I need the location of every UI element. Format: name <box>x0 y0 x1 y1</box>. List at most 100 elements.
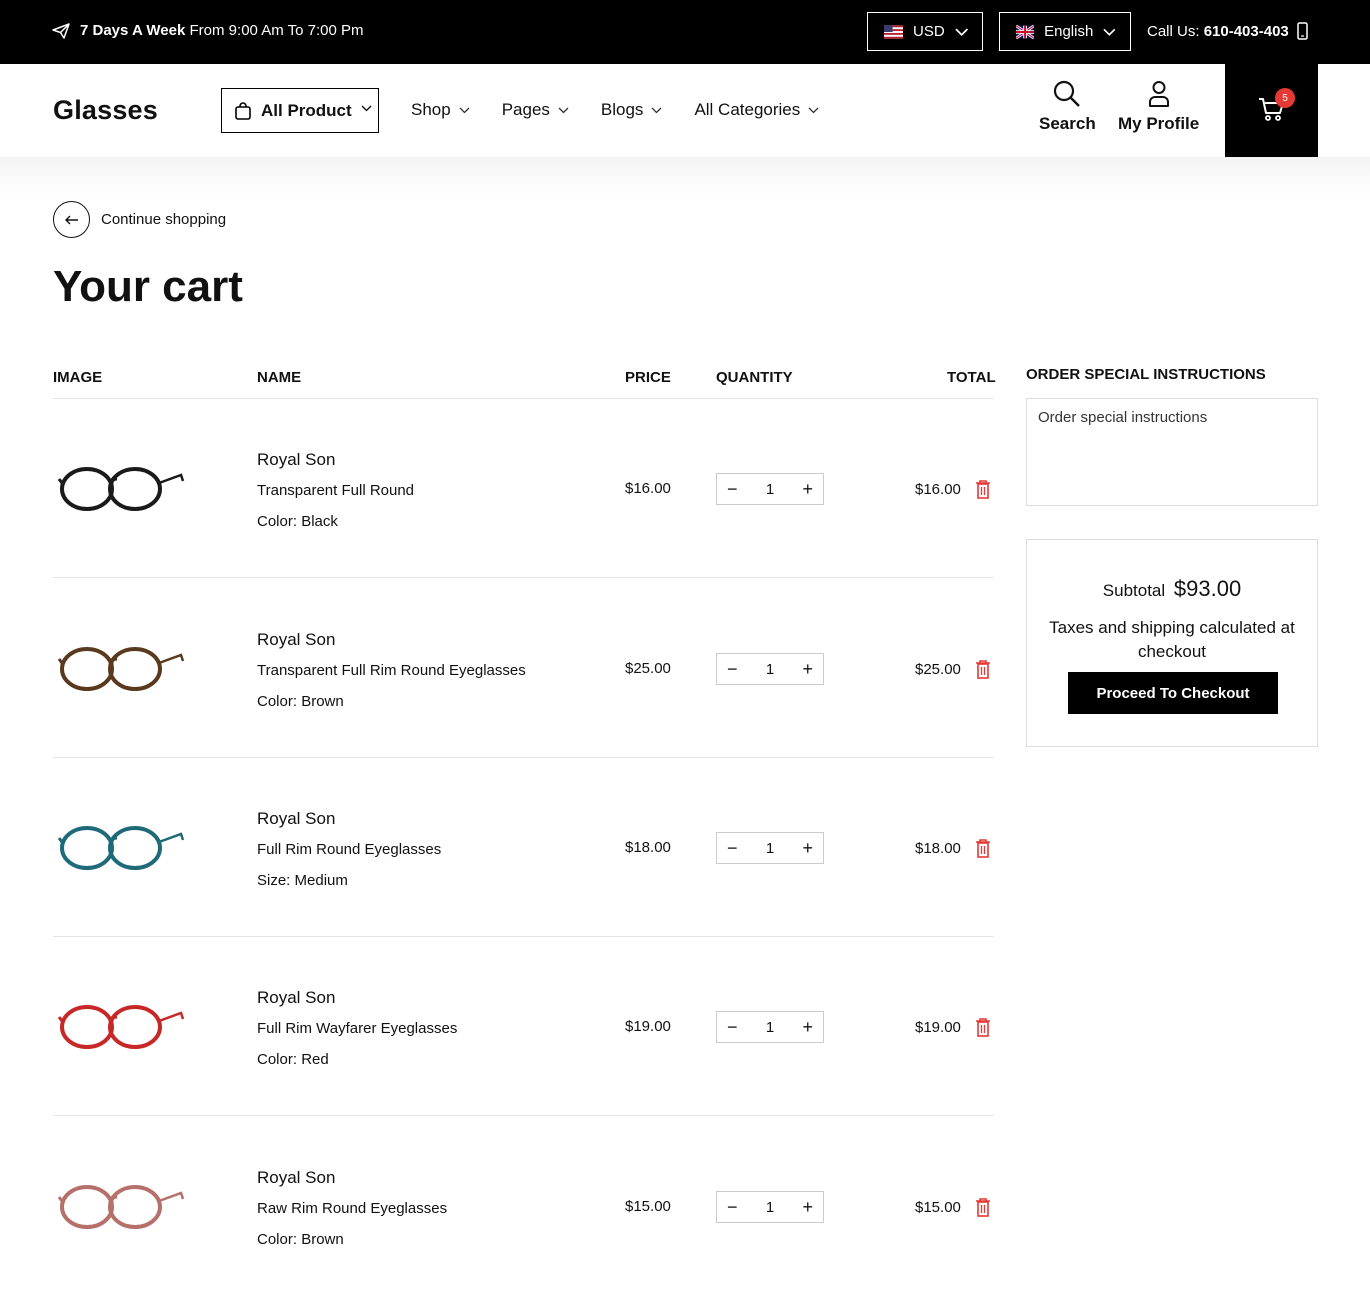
quantity-stepper: − 1 + <box>716 1191 824 1223</box>
item-price: $25.00 <box>625 660 671 677</box>
increase-quantity-button[interactable]: + <box>802 1017 813 1038</box>
trash-icon[interactable] <box>975 659 991 679</box>
tax-note: Taxes and shipping calculated at checkou… <box>1049 618 1295 661</box>
cart-button[interactable]: 5 <box>1225 64 1318 157</box>
trash-icon[interactable] <box>975 479 991 499</box>
increase-quantity-button[interactable]: + <box>802 479 813 500</box>
search-button[interactable]: Search <box>1039 80 1096 134</box>
item-vendor[interactable]: Royal Son <box>257 1168 335 1188</box>
cart-count-badge: 5 <box>1275 88 1295 108</box>
currency-value: USD <box>913 23 945 40</box>
nav-all-categories[interactable]: All Categories <box>694 100 819 120</box>
item-total: $16.00 <box>915 481 961 498</box>
quantity-value[interactable]: 1 <box>766 840 774 857</box>
subtotal-value: $93.00 <box>1173 576 1242 601</box>
call-number[interactable]: 610-403-403 <box>1204 23 1289 40</box>
item-vendor[interactable]: Royal Son <box>257 809 335 829</box>
quantity-value[interactable]: 1 <box>766 1199 774 1216</box>
increase-quantity-button[interactable]: + <box>802 659 813 680</box>
trash-icon[interactable] <box>975 838 991 858</box>
site-logo[interactable]: Glasses <box>53 95 158 126</box>
eyeglasses-product-image[interactable] <box>57 987 185 1067</box>
quantity-stepper: − 1 + <box>716 473 824 505</box>
quantity-value[interactable]: 1 <box>766 661 774 678</box>
arrow-left-icon <box>53 201 90 238</box>
chevron-down-icon <box>955 28 968 36</box>
cart-item-row: Royal Son Full Rim Wayfarer Eyeglasses Col… <box>53 937 994 1117</box>
quantity-value[interactable]: 1 <box>766 481 774 498</box>
item-vendor[interactable]: Royal Son <box>257 450 335 470</box>
header-shadow <box>0 157 1370 197</box>
trash-icon[interactable] <box>975 1197 991 1217</box>
chevron-down-icon <box>361 105 372 112</box>
item-price: $18.00 <box>625 839 671 856</box>
quantity-value[interactable]: 1 <box>766 1019 774 1036</box>
item-option: Color: Black <box>257 513 338 530</box>
nav-pages-label: Pages <box>501 100 550 119</box>
nav-shop[interactable]: Shop <box>411 100 470 120</box>
increase-quantity-button[interactable]: + <box>802 1197 813 1218</box>
cart-item-row: Royal Son Full Rim Round Eyeglasses Size: … <box>53 758 994 938</box>
decrease-quantity-button[interactable]: − <box>727 1197 738 1218</box>
chevron-down-icon <box>459 107 470 113</box>
subtotal-label: Subtotal <box>1102 581 1166 600</box>
order-summary: Subtotal $93.00 Taxes and shipping calcu… <box>1026 539 1318 747</box>
subtotal: Subtotal $93.00 <box>1027 576 1317 602</box>
column-header-image: IMAGE <box>53 369 103 386</box>
continue-shopping-link[interactable]: Continue shopping <box>53 201 226 238</box>
chevron-down-icon <box>1103 28 1116 36</box>
language-selector[interactable]: English <box>999 12 1131 51</box>
item-name[interactable]: Transparent Full Rim Round Eyeglasses <box>257 662 526 679</box>
search-label: Search <box>1039 114 1096 133</box>
decrease-quantity-button[interactable]: − <box>727 1017 738 1038</box>
item-name[interactable]: Full Rim Round Eyeglasses <box>257 841 441 858</box>
currency-selector[interactable]: USD <box>867 12 983 51</box>
item-price: $15.00 <box>625 1198 671 1215</box>
eyeglasses-product-image[interactable] <box>57 449 185 529</box>
call-label: Call Us: <box>1147 22 1200 40</box>
nav-pages[interactable]: Pages <box>502 100 569 120</box>
my-profile-label: My Profile <box>1118 114 1200 133</box>
my-profile-button[interactable]: My Profile <box>1118 80 1199 134</box>
column-header-price: PRICE <box>625 369 671 386</box>
eyeglasses-product-image[interactable] <box>57 1167 185 1247</box>
decrease-quantity-button[interactable]: − <box>727 479 738 500</box>
phone-icon <box>1297 22 1308 40</box>
item-total: $15.00 <box>915 1199 961 1216</box>
column-header-total: TOTAL <box>947 369 996 386</box>
chevron-down-icon <box>808 107 819 113</box>
all-product-label: All Product <box>261 100 352 120</box>
column-header-quantity: QUANTITY <box>716 369 793 386</box>
item-total: $19.00 <box>915 1019 961 1036</box>
item-option: Size: Medium <box>257 872 348 889</box>
main-nav: Shop Pages Blogs All Categories <box>411 100 819 120</box>
item-vendor[interactable]: Royal Son <box>257 630 335 650</box>
eyeglasses-product-image[interactable] <box>57 808 185 888</box>
quantity-stepper: − 1 + <box>716 832 824 864</box>
all-product-button[interactable]: All Product <box>221 88 379 133</box>
top-bar: 7 Days A Week From 9:00 Am To 7:00 Pm US… <box>0 0 1370 64</box>
cart-item-row: Royal Son Raw Rim Round Eyeglasses Color: … <box>53 1117 994 1297</box>
call-us: Call Us: 610-403-403 <box>1147 22 1308 40</box>
eyeglasses-product-image[interactable] <box>57 629 185 709</box>
decrease-quantity-button[interactable]: − <box>727 659 738 680</box>
item-vendor[interactable]: Royal Son <box>257 988 335 1008</box>
item-name[interactable]: Raw Rim Round Eyeglasses <box>257 1200 447 1217</box>
page-title: Your cart <box>53 262 243 311</box>
proceed-to-checkout-button[interactable]: Proceed To Checkout <box>1068 672 1278 714</box>
search-icon <box>1054 80 1081 107</box>
quantity-stepper: − 1 + <box>716 653 824 685</box>
item-name[interactable]: Transparent Full Round <box>257 482 414 499</box>
item-total: $25.00 <box>915 661 961 678</box>
item-name[interactable]: Full Rim Wayfarer Eyeglasses <box>257 1020 457 1037</box>
item-price: $19.00 <box>625 1018 671 1035</box>
hours-days: 7 Days A Week <box>80 22 186 39</box>
trash-icon[interactable] <box>975 1017 991 1037</box>
decrease-quantity-button[interactable]: − <box>727 838 738 859</box>
nav-blogs[interactable]: Blogs <box>601 100 663 120</box>
item-option-value: Medium <box>294 872 348 889</box>
order-instructions-input[interactable] <box>1026 398 1318 506</box>
item-option-value: Red <box>301 1051 329 1068</box>
item-option: Color: Brown <box>257 693 344 710</box>
increase-quantity-button[interactable]: + <box>802 838 813 859</box>
